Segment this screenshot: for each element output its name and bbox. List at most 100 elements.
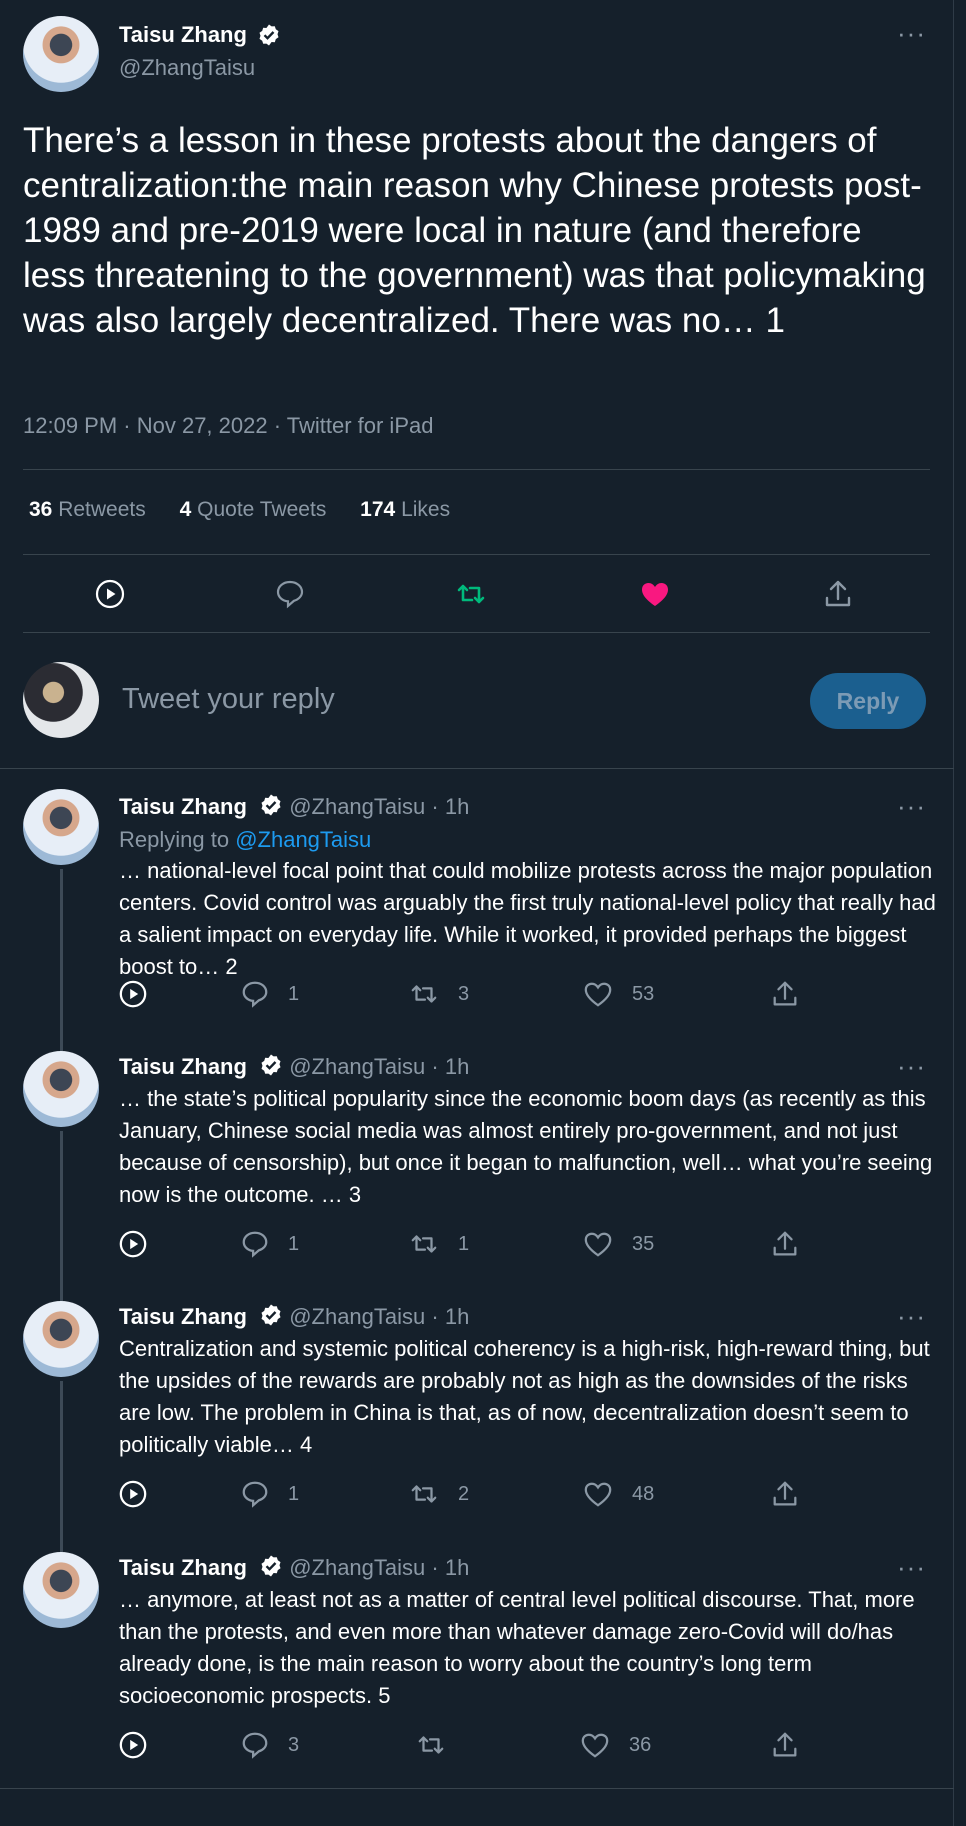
author-handle[interactable]: @ZhangTaisu [289, 1304, 425, 1329]
author-avatar[interactable] [23, 789, 99, 865]
main-action-bar [0, 562, 954, 626]
like-count: 48 [632, 1483, 655, 1505]
retweet-icon[interactable] [409, 1229, 439, 1259]
heart-icon[interactable] [583, 1229, 613, 1259]
verified-badge-icon [259, 1053, 283, 1083]
like-count: 53 [632, 983, 655, 1005]
verified-badge-icon [259, 793, 283, 823]
thread-connector [60, 1381, 63, 1552]
comment-icon[interactable] [274, 578, 306, 610]
verified-badge-icon [257, 23, 281, 52]
author-avatar[interactable] [23, 1051, 99, 1127]
retweets-count: 36 [29, 498, 53, 521]
share-icon[interactable] [770, 979, 800, 1009]
share-icon[interactable] [822, 578, 854, 610]
play-icon[interactable] [118, 979, 148, 1009]
like-count: 36 [629, 1734, 652, 1756]
author-handle[interactable]: @ZhangTaisu [289, 794, 425, 819]
more-icon[interactable]: ··· [897, 1053, 926, 1079]
heart-icon[interactable] [639, 578, 671, 610]
author-avatar[interactable] [23, 1552, 99, 1628]
heart-icon[interactable] [583, 979, 613, 1009]
more-icon[interactable]: ··· [897, 20, 926, 46]
share-icon[interactable] [770, 1479, 800, 1509]
more-icon[interactable]: ··· [897, 1303, 926, 1329]
retweet-count: 3 [458, 983, 470, 1005]
replying-to-link[interactable]: @ZhangTaisu [235, 827, 371, 852]
scrollbar[interactable] [953, 0, 966, 1826]
retweet-icon[interactable] [455, 578, 487, 610]
reply-time[interactable]: · 1h [431, 794, 469, 819]
reply-action-bar: 1 3 53 [0, 975, 954, 1015]
author-handle[interactable]: @ZhangTaisu [289, 1054, 425, 1079]
author-name[interactable]: Taisu Zhang [119, 1304, 247, 1329]
reply-count: 1 [288, 983, 300, 1005]
author-name[interactable]: Taisu Zhang [119, 22, 247, 47]
reply-count: 1 [288, 1483, 300, 1505]
comment-icon[interactable] [240, 979, 270, 1009]
thread-connector [60, 1131, 63, 1301]
reply-time[interactable]: · 1h [431, 1054, 469, 1079]
reply-action-bar: 1 1 35 [0, 1225, 954, 1265]
like-count: 35 [632, 1233, 655, 1255]
reply-tweet[interactable]: Taisu Zhang @ZhangTaisu · 1h ··· … anymo… [0, 1552, 954, 1812]
main-tweet: Taisu Zhang @ZhangTaisu ··· There’s a le… [0, 0, 954, 769]
reply-tweet[interactable]: Taisu Zhang @ZhangTaisu · 1h ··· Replyin… [0, 769, 954, 1051]
author-name[interactable]: Taisu Zhang [119, 1555, 247, 1580]
replying-prefix: Replying to [119, 827, 230, 852]
share-icon[interactable] [770, 1229, 800, 1259]
reply-header: Taisu Zhang @ZhangTaisu · 1h [119, 1303, 469, 1333]
reply-count: 1 [288, 1233, 300, 1255]
likes-stat[interactable]: 174 Likes [360, 498, 450, 521]
play-icon[interactable] [118, 1479, 148, 1509]
play-icon[interactable] [118, 1229, 148, 1259]
replying-to: Replying to @ZhangTaisu [119, 827, 371, 853]
thread-connector [60, 869, 63, 1051]
tweet-meta[interactable]: 12:09 PM · Nov 27, 2022 · Twitter for iP… [23, 413, 433, 439]
tweet-stats: 36 Retweets 4 Quote Tweets 174 Likes [29, 498, 478, 522]
author-avatar[interactable] [23, 1301, 99, 1377]
quotes-stat[interactable]: 4 Quote Tweets [180, 498, 327, 521]
author-avatar[interactable] [23, 16, 99, 92]
reply-header: Taisu Zhang @ZhangTaisu · 1h [119, 793, 469, 823]
retweet-icon[interactable] [416, 1730, 446, 1760]
retweet-count: 1 [458, 1233, 470, 1255]
tweet-text: There’s a lesson in these protests about… [23, 121, 926, 340]
more-icon[interactable]: ··· [897, 1554, 926, 1580]
more-icon[interactable]: ··· [897, 793, 926, 819]
user-avatar[interactable] [23, 662, 99, 738]
comment-icon[interactable] [240, 1229, 270, 1259]
author-handle[interactable]: @ZhangTaisu [289, 1555, 425, 1580]
reply-tweet[interactable]: Taisu Zhang @ZhangTaisu · 1h ··· … the s… [0, 1051, 954, 1301]
share-icon[interactable] [770, 1730, 800, 1760]
author-handle[interactable]: @ZhangTaisu [119, 55, 255, 80]
reply-button[interactable]: Reply [810, 673, 926, 729]
reply-count: 3 [288, 1734, 300, 1756]
retweet-icon[interactable] [409, 1479, 439, 1509]
heart-icon[interactable] [580, 1730, 610, 1760]
author-name[interactable]: Taisu Zhang [119, 1054, 247, 1079]
verified-badge-icon [259, 1554, 283, 1584]
divider [0, 1788, 954, 1789]
divider [23, 632, 930, 633]
heart-icon[interactable] [583, 1479, 613, 1509]
reply-input[interactable]: Tweet your reply [122, 683, 335, 716]
play-icon[interactable] [94, 578, 126, 610]
reply-action-bar: 1 2 48 [0, 1475, 954, 1515]
divider [23, 554, 930, 555]
verified-badge-icon [259, 1303, 283, 1333]
retweet-icon[interactable] [409, 979, 439, 1009]
reply-action-bar: 3 36 [0, 1726, 954, 1766]
comment-icon[interactable] [240, 1730, 270, 1760]
author-name[interactable]: Taisu Zhang [119, 794, 247, 819]
divider [23, 469, 930, 470]
reply-time[interactable]: · 1h [431, 1555, 469, 1580]
comment-icon[interactable] [240, 1479, 270, 1509]
reply-time[interactable]: · 1h [431, 1304, 469, 1329]
retweets-stat[interactable]: 36 Retweets [29, 498, 146, 521]
retweets-label: Retweets [58, 498, 146, 521]
reply-tweet[interactable]: Taisu Zhang @ZhangTaisu · 1h ··· Central… [0, 1301, 954, 1552]
reply-header: Taisu Zhang @ZhangTaisu · 1h [119, 1053, 469, 1083]
play-icon[interactable] [118, 1730, 148, 1760]
reply-text: Centralization and systemic political co… [119, 1336, 930, 1457]
